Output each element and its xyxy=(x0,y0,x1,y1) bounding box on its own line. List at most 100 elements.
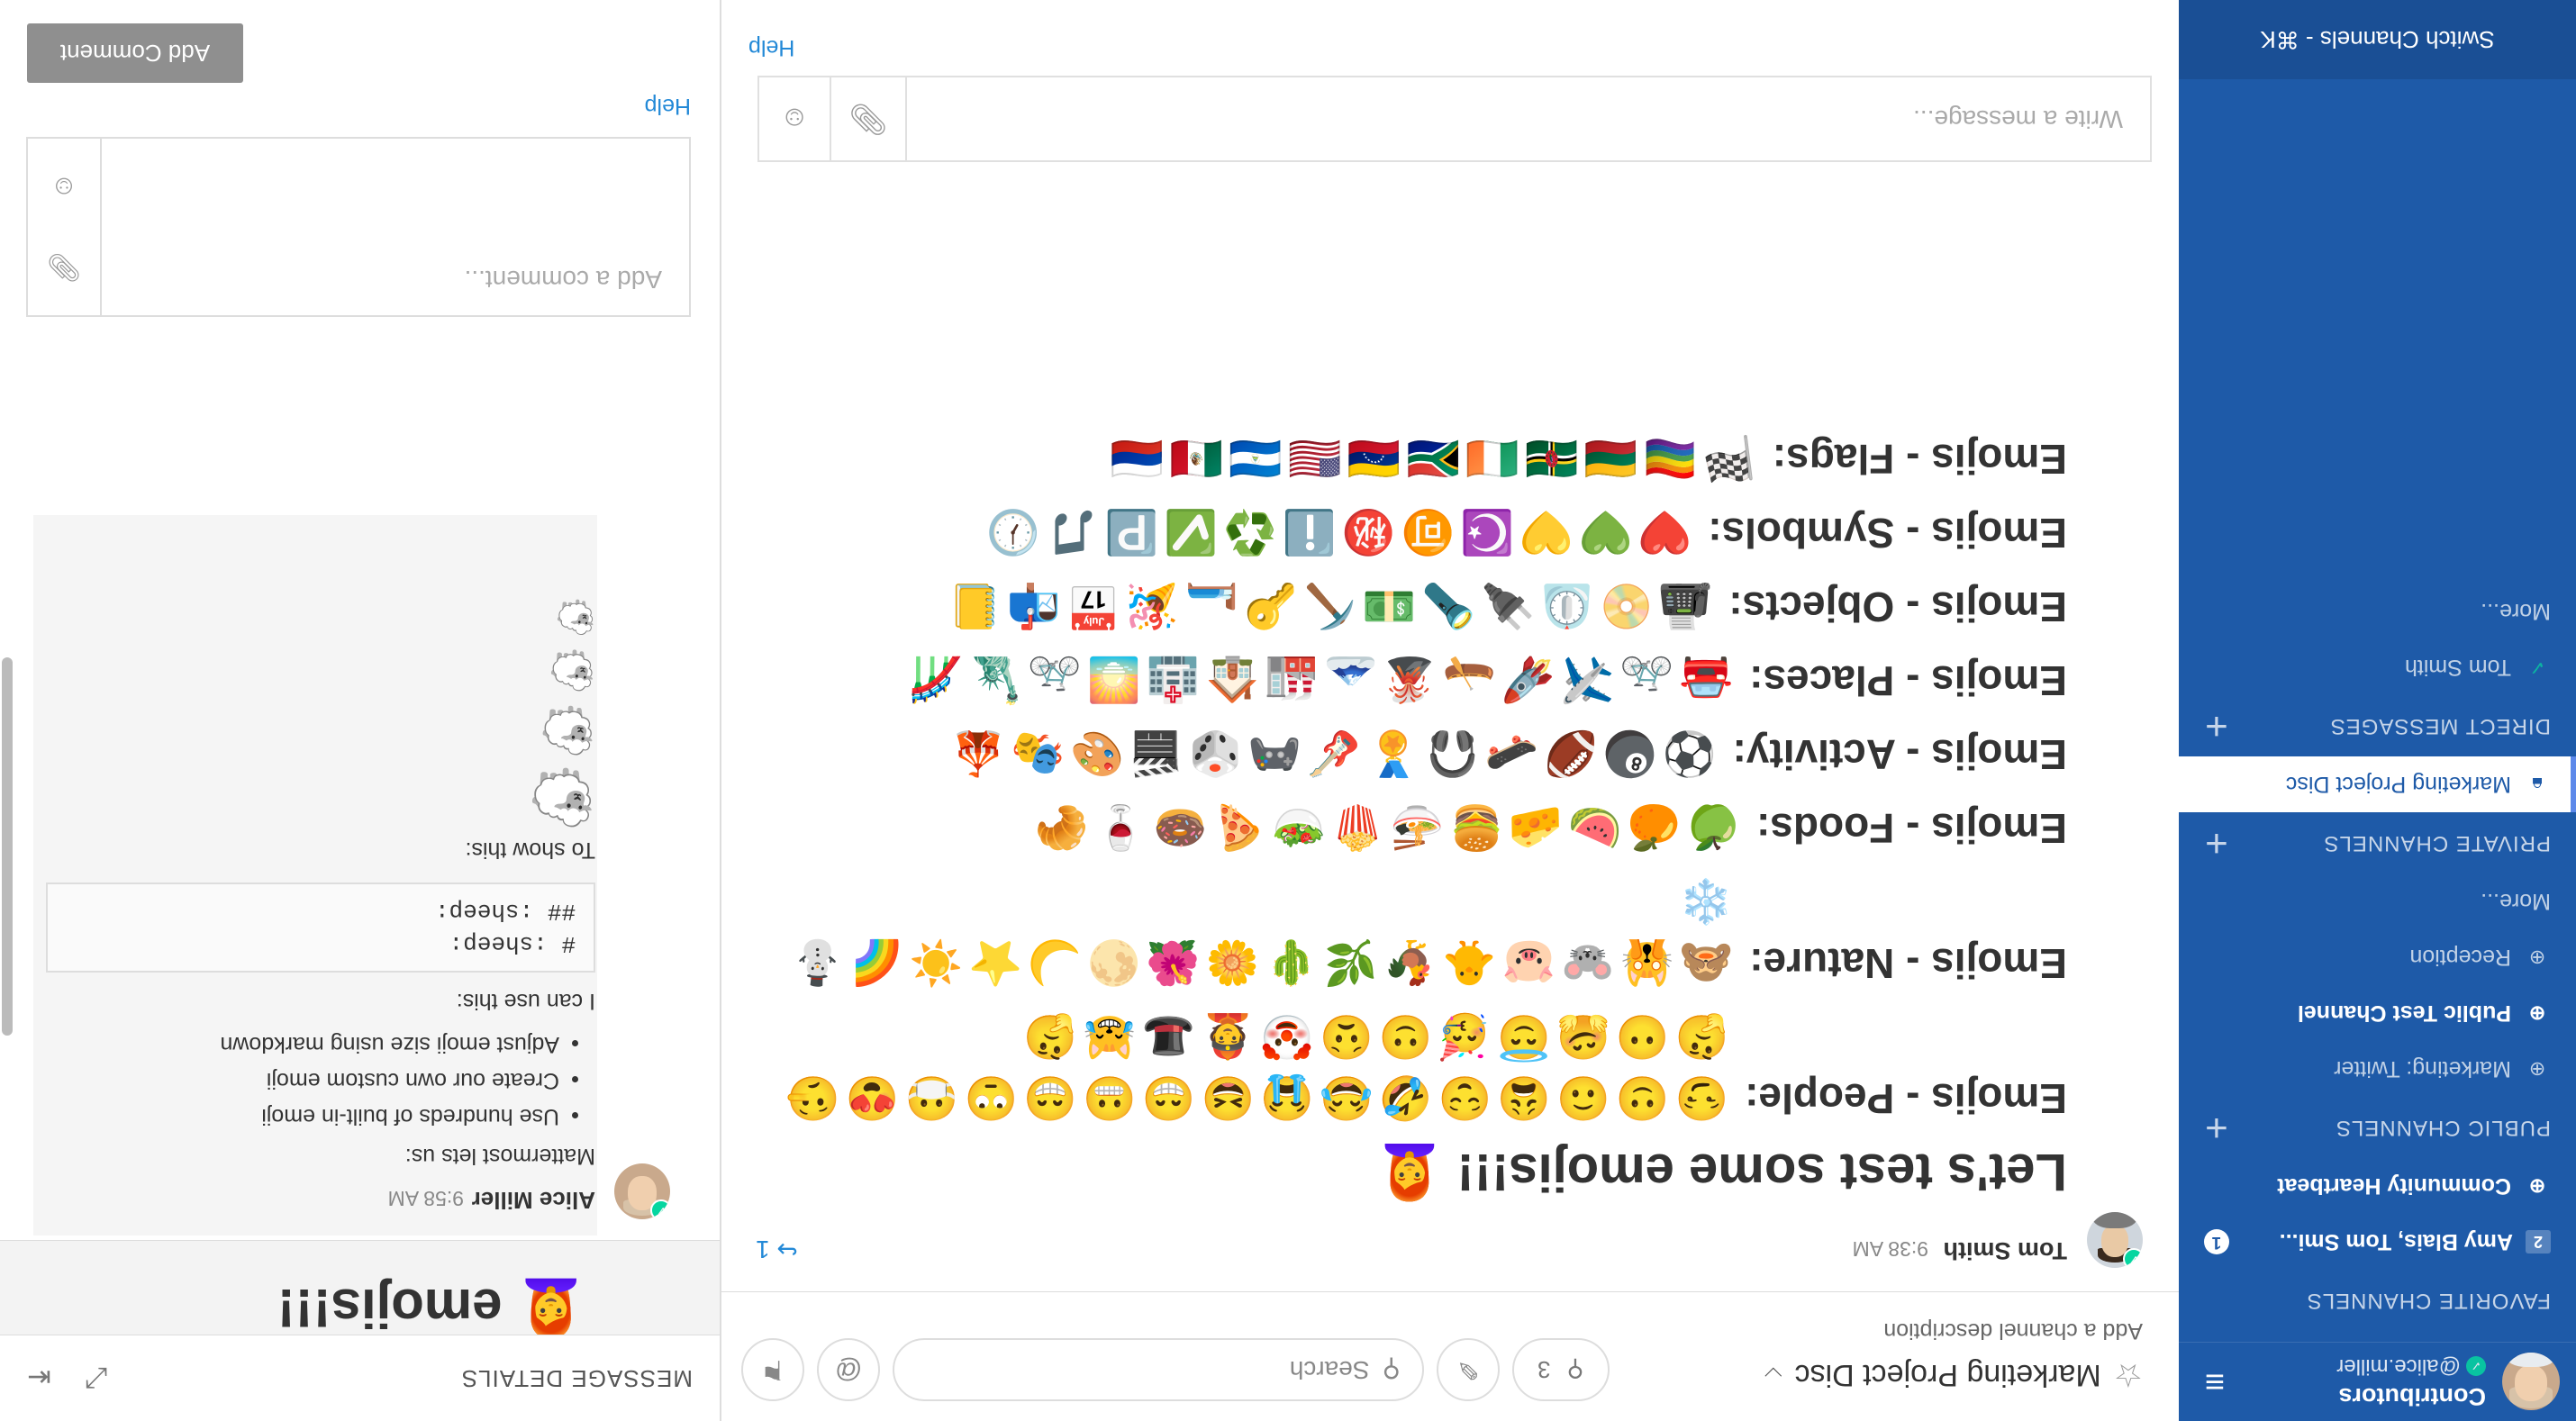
post-time[interactable]: 9:38 AM xyxy=(1853,1236,1928,1261)
direct-messages-header: DIRECT MESSAGES + xyxy=(2179,695,2576,756)
add-private-channel-icon[interactable]: + xyxy=(2204,821,2228,865)
row-label: Emojis - Foods: xyxy=(1756,805,2067,852)
member-list-button[interactable]: ⚲ 3 xyxy=(1512,1338,1610,1401)
hamburger-icon[interactable]: ≡ xyxy=(2195,1363,2235,1401)
section-label: PUBLIC CHANNELS xyxy=(2335,1116,2551,1140)
post-author[interactable]: Tom Smith xyxy=(1944,1236,2068,1264)
sidebar-item-label: Reception xyxy=(2409,945,2511,971)
flag-icon: ⚑ xyxy=(760,1354,785,1385)
post-title-text: Let's test some emojis!!! xyxy=(1456,1143,2067,1201)
emoji-picker-icon[interactable]: ☺ xyxy=(50,171,78,202)
expand-icon[interactable]: ⤢ xyxy=(86,1362,109,1396)
back-icon[interactable]: ⇤ xyxy=(27,1362,51,1396)
search-input[interactable]: ⚲ Search xyxy=(893,1338,1424,1401)
star-icon[interactable]: ☆ xyxy=(2114,1356,2143,1394)
row-emojis: 🙈🙀🐭🐷🐥🐓🌿🌵🌼🌺🌕🌙⭐☀️🌈⛄❄️ xyxy=(785,877,1734,986)
comment-tools: 📎︎ ☺ xyxy=(28,139,102,315)
channel-name[interactable]: Marketing Project Disc xyxy=(1795,1358,2101,1393)
globe-icon: ⊕ xyxy=(2528,1175,2546,1198)
sidebar-item-marketing-project-disc[interactable]: 🔒︎ Marketing Project Disc xyxy=(2179,756,2576,812)
rhs-title: MESSAGE DETAILS xyxy=(460,1365,693,1392)
root-post-text: 👩‍🦰 emojis!!! xyxy=(277,1276,585,1335)
user-avatar[interactable] xyxy=(2502,1353,2560,1411)
row-label: Emojis - Objects: xyxy=(1728,584,2067,630)
row-emojis: 🍏🍊🍉🧀🍔🍜🍿🥗🍕🍩🍷🥐 xyxy=(1029,803,1740,851)
chevron-down-icon[interactable]: ⌵ xyxy=(1764,1361,1782,1389)
post-title: Let's test some emojis!!! 👩‍🦰 xyxy=(770,1133,2067,1210)
team-name: Contributors xyxy=(2338,1383,2486,1410)
pinned-posts-button[interactable]: ✎ xyxy=(1437,1338,1500,1401)
globe-icon: ⊕ xyxy=(2528,1058,2546,1081)
sidebar-item-label: Marketing: Twitter xyxy=(2334,1056,2511,1082)
member-count: 3 xyxy=(1537,1356,1551,1384)
avatar[interactable]: ✓ xyxy=(614,1163,670,1219)
attachment-icon[interactable]: 📎︎ xyxy=(831,77,907,160)
channel-header: ☆ Marketing Project Disc ⌵ Add a channel… xyxy=(721,1291,2179,1421)
comment-time[interactable]: 9:58 AM xyxy=(388,1186,464,1210)
emoji-row-nature: Emojis - Nature: 🙈🙀🐭🐷🐥🐓🌿🌵🌼🌺🌕🌙⭐☀️🌈⛄❄️ xyxy=(770,870,2067,992)
sidebar-item-more-direct[interactable]: More... xyxy=(2179,584,2576,639)
private-channels-header: PRIVATE CHANNELS + xyxy=(2179,812,2576,873)
rhs-header: MESSAGE DETAILS ⤢ ⇤ xyxy=(0,1335,720,1421)
globe-icon: ⊕ xyxy=(2528,1002,2546,1025)
channel-title-row[interactable]: ☆ Marketing Project Disc ⌵ xyxy=(1764,1356,2143,1394)
reply-count-value: 1 xyxy=(756,1235,770,1263)
emoji-row-symbols: Emojis - Symbols: ❤️💚💛☪️🉑㊙️ℹ️♻️✅🅿️🎵🕖 xyxy=(770,501,2067,562)
switch-channels-button[interactable]: Switch Channels - ⌘K xyxy=(2179,0,2576,79)
row-emojis: 📠📀⏲️🔌🔦💵⛏️🔑🛏️🎉📅📬📒 xyxy=(942,582,1713,629)
sheep-emoji-medium: 🐑 xyxy=(539,705,595,756)
sidebar-item-tom-smith[interactable]: ✓ Tom Smith xyxy=(2179,639,2576,695)
online-status-icon: ✓ xyxy=(2466,1356,2486,1376)
search-icon: ⚲ xyxy=(1382,1355,1401,1384)
reply-count[interactable]: ↪ 1 xyxy=(756,1235,798,1264)
sheep-emoji-large: 🐑 xyxy=(528,767,595,828)
channel-description[interactable]: Add a channel description xyxy=(1883,1317,2143,1344)
center-channel: ☆ Marketing Project Disc ⌵ Add a channel… xyxy=(721,0,2179,1421)
section-label: DIRECT MESSAGES xyxy=(2329,714,2551,738)
list-item: Use hundreds of built-in emoji xyxy=(46,1099,559,1135)
globe-icon: ⊕ xyxy=(2528,946,2546,969)
scrollbar[interactable] xyxy=(2,657,13,1036)
sidebar-item-marketing-twitter[interactable]: ⊕ Marketing: Twitter xyxy=(2179,1041,2576,1097)
add-public-channel-icon[interactable]: + xyxy=(2204,1106,2228,1150)
emoji-row-foods: Emojis - Foods: 🍏🍊🍉🧀🍔🍜🍿🥗🍕🍩🍷🥐 xyxy=(770,796,2067,857)
section-label: PRIVATE CHANNELS xyxy=(2323,831,2552,855)
sidebar-item-group-dm[interactable]: 2 Amy Blais, Tom Smi... 1 xyxy=(2179,1214,2576,1270)
sidebar-item-public-test-channel[interactable]: ⊕ Public Test Channel xyxy=(2179,985,2576,1041)
flagged-posts-button[interactable]: ⚑ xyxy=(741,1338,804,1401)
help-link[interactable]: Help xyxy=(748,34,794,60)
row-emojis: ❤️💚💛☪️🉑㊙️ℹ️♻️✅🅿️🎵🕖 xyxy=(981,508,1692,556)
mentions-button[interactable]: @ xyxy=(817,1338,880,1401)
sidebar-item-community-heartbeat[interactable]: ⊕ Community Heartbeat xyxy=(2179,1158,2576,1214)
row-emojis: ⚽🎱🏈🛹🎧🏅🎸🎮🎲🎬🎨🎭🎪 xyxy=(946,729,1717,777)
sidebar-item-label: Marketing Project Disc xyxy=(2285,772,2511,798)
root-post[interactable]: 👩‍🦰 emojis!!! xyxy=(0,1240,720,1335)
message-composer[interactable]: Write a message... 📎︎ ☺ xyxy=(757,76,2152,162)
at-icon: @ xyxy=(834,1355,863,1385)
sidebar-item-label: Amy Blais, Tom Smi... xyxy=(2279,1229,2513,1255)
row-emojis: 🚘🚲✈️🚀🛶🌋🗻🏭🏠🏥🌅🚲🗽🎢 xyxy=(903,656,1734,703)
post-body: Let's test some emojis!!! 👩‍🦰 Emojis - P… xyxy=(770,427,2067,1210)
row-emojis: 🏁🏳️‍🌈🇱🇹🇩🇲🇮🇪🇿🇦🇻🇪🇺🇸🇳🇮🇲🇽🇷🇺 xyxy=(1104,434,1756,482)
member-count-badge: 2 xyxy=(2526,1230,2551,1254)
add-direct-message-icon[interactable]: + xyxy=(2204,704,2228,748)
sidebar-item-reception[interactable]: ⊕ Reception xyxy=(2179,929,2576,985)
comment-composer[interactable]: Add a comment... 📎︎ ☺ xyxy=(26,137,691,317)
online-status-icon: ✓ xyxy=(650,1199,670,1219)
sidebar-item-more-public[interactable]: More... xyxy=(2179,873,2576,929)
emoji-picker-icon[interactable]: ☺ xyxy=(759,77,831,160)
row-label: Emojis - Symbols: xyxy=(1708,510,2067,557)
comment-author[interactable]: Alice Miller xyxy=(472,1186,595,1214)
message-input[interactable]: Write a message... xyxy=(907,104,2150,133)
add-comment-button[interactable]: Add Comment xyxy=(27,23,243,83)
list-item: Create our own custom emoji xyxy=(46,1063,559,1099)
online-status-icon: ✓ xyxy=(2528,656,2546,679)
avatar[interactable]: ✓ xyxy=(2087,1212,2143,1268)
code-block: # :sheep: ## :sheep: xyxy=(46,882,595,973)
woman-red-hair-emoji: 👩‍🦰 xyxy=(1376,1143,1443,1201)
attachment-icon[interactable]: 📎︎ xyxy=(47,251,81,283)
team-header[interactable]: Contributors ✓ @alice.miller ≡ xyxy=(2179,1342,2576,1421)
comment-input[interactable]: Add a comment... xyxy=(102,139,689,315)
username-label: @alice.miller xyxy=(2336,1354,2461,1379)
help-link[interactable]: Help xyxy=(645,93,691,119)
